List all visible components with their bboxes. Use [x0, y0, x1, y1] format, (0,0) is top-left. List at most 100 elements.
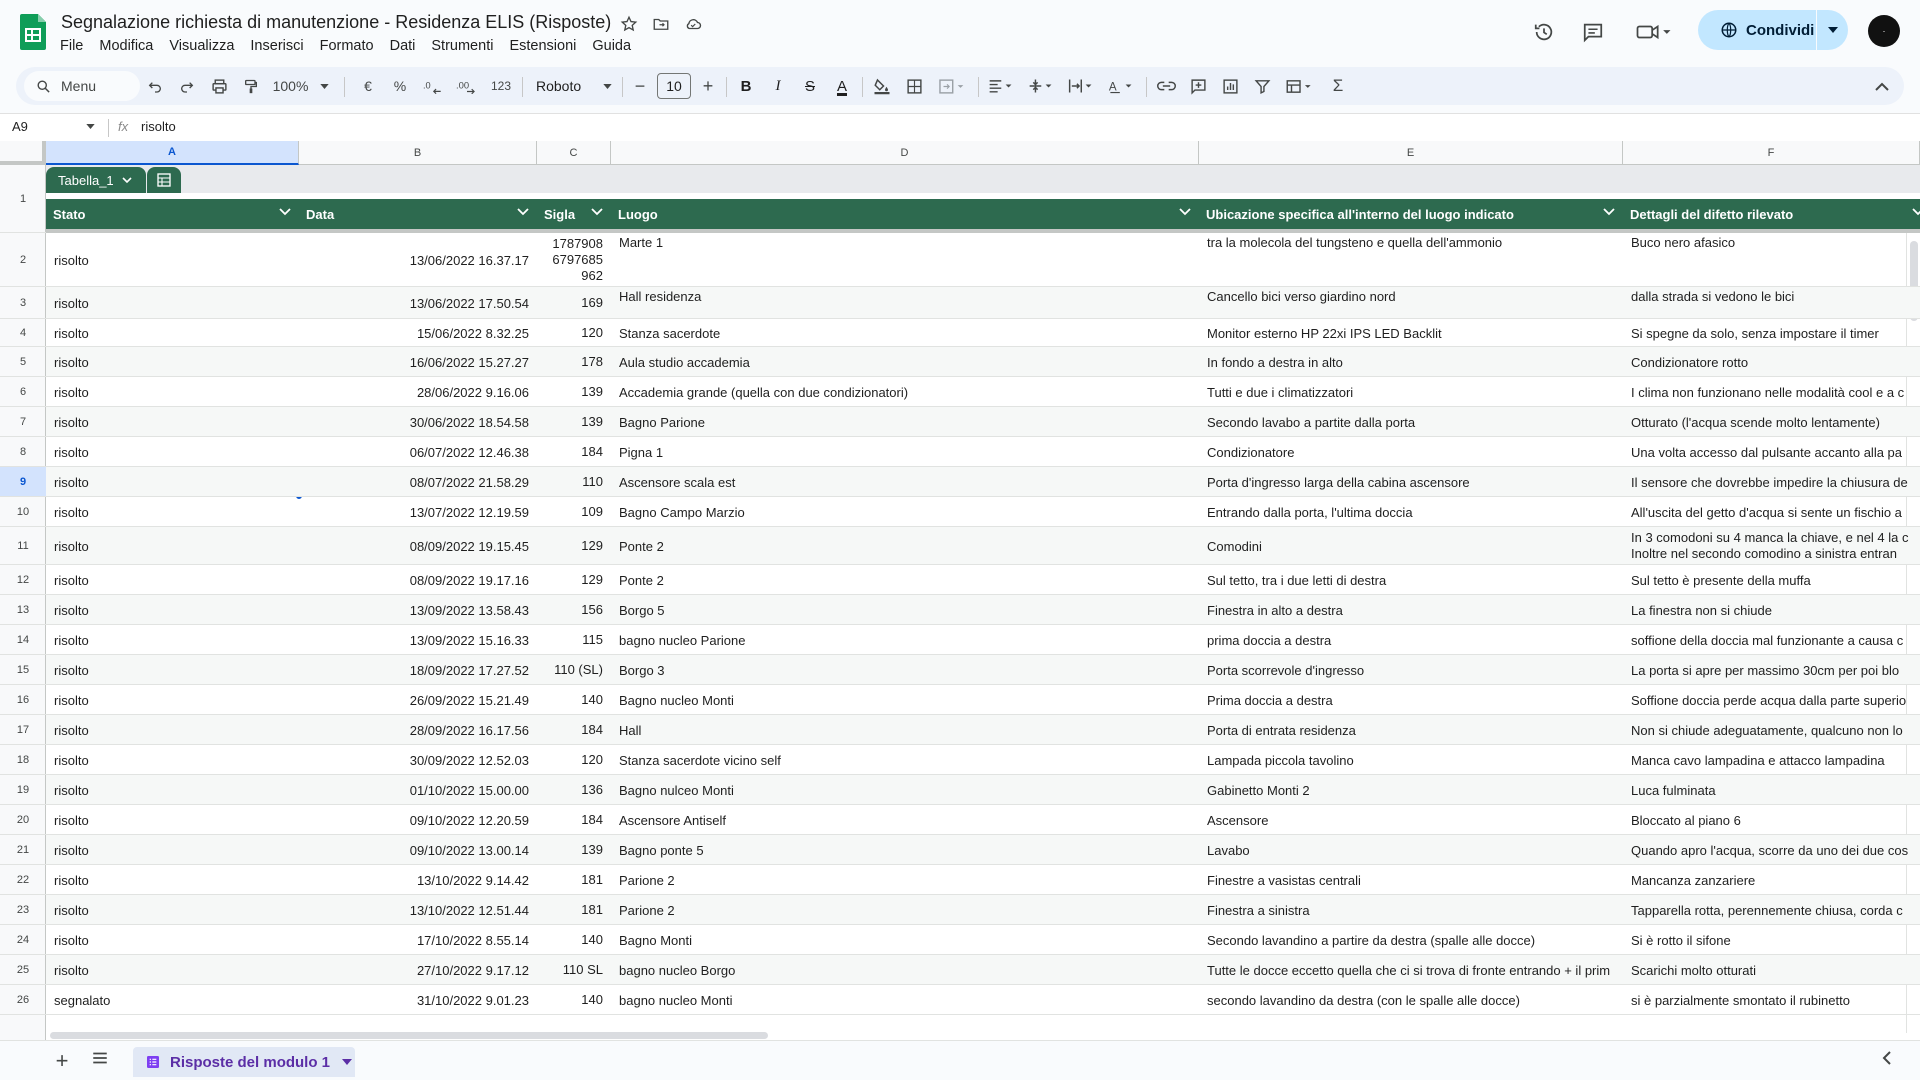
cell-luogo[interactable]: Parione 2: [619, 903, 1191, 919]
cell-ubicazione[interactable]: Ascensore: [1207, 813, 1615, 829]
column-header-b[interactable]: B: [299, 141, 537, 165]
row-header[interactable]: 5: [0, 347, 46, 377]
row-header[interactable]: 1: [0, 165, 46, 233]
menu-visualizza[interactable]: Visualizza: [161, 36, 242, 56]
cell-dettagli[interactable]: Luca fulminata: [1631, 783, 1912, 799]
menu-inserisci[interactable]: Inserisci: [242, 36, 311, 56]
borders-icon[interactable]: [900, 71, 928, 101]
name-box[interactable]: A9: [12, 119, 28, 134]
zoom-select[interactable]: 100%: [270, 71, 332, 101]
chevron-down-icon[interactable]: [342, 1059, 353, 1065]
add-sheet-button[interactable]: +: [50, 1048, 74, 1073]
italic-button[interactable]: I: [764, 71, 792, 101]
header-dettagli[interactable]: Dettagli del difetto rilevato: [1623, 199, 1920, 229]
cell-ubicazione[interactable]: secondo lavandino da destra (con le spal…: [1207, 993, 1615, 1009]
cell-luogo[interactable]: Borgo 3: [619, 663, 1191, 679]
sheets-logo-icon[interactable]: [20, 14, 46, 50]
collapse-toolbar-icon[interactable]: [1868, 71, 1896, 101]
vertical-align-icon[interactable]: [1024, 71, 1060, 101]
cell-sigla[interactable]: 120: [545, 752, 603, 768]
cell-dettagli[interactable]: Scarichi molto otturati: [1631, 963, 1912, 979]
cell-dettagli[interactable]: In 3 comodoni su 4 manca la chiave, e ne…: [1631, 530, 1912, 562]
cell-ubicazione[interactable]: prima doccia a destra: [1207, 633, 1615, 649]
row-header[interactable]: 2: [0, 233, 46, 287]
column-header-a[interactable]: A: [46, 141, 299, 165]
cell-ubicazione[interactable]: In fondo a destra in alto: [1207, 355, 1615, 371]
chevron-down-icon[interactable]: [86, 124, 95, 129]
cell-ubicazione[interactable]: Tutti e due i climatizzatori: [1207, 385, 1615, 401]
row-header[interactable]: 10: [0, 497, 46, 527]
row-header[interactable]: 16: [0, 685, 46, 715]
header-stato[interactable]: Stato: [46, 199, 299, 229]
menu-search-button[interactable]: Menu: [24, 71, 140, 101]
horizontal-scrollbar[interactable]: [46, 1030, 1920, 1040]
cell-stato[interactable]: risolto: [54, 663, 291, 679]
cell-ubicazione[interactable]: Entrando dalla porta, l'ultima doccia: [1207, 505, 1615, 521]
column-header-e[interactable]: E: [1199, 141, 1623, 165]
cell-ubicazione[interactable]: Porta scorrevole d'ingresso: [1207, 663, 1615, 679]
cell-sigla[interactable]: 156: [545, 602, 603, 618]
cell-stato[interactable]: risolto: [54, 253, 291, 269]
account-avatar[interactable]: ·: [1868, 15, 1900, 47]
cell-sigla[interactable]: 139: [545, 384, 603, 400]
cell-luogo[interactable]: Borgo 5: [619, 603, 1191, 619]
table-view-icon[interactable]: [147, 167, 181, 193]
cell-stato[interactable]: risolto: [54, 783, 291, 799]
cell-data[interactable]: 09/10/2022 12.20.59: [307, 813, 529, 829]
formula-input[interactable]: risolto: [141, 119, 176, 134]
cell-ubicazione[interactable]: Finestra in alto a destra: [1207, 603, 1615, 619]
sheet-tab-risposte[interactable]: Risposte del modulo 1: [133, 1047, 355, 1077]
cell-data[interactable]: 13/10/2022 12.51.44: [307, 903, 529, 919]
row-header[interactable]: 21: [0, 835, 46, 865]
cell-stato[interactable]: risolto: [54, 296, 291, 312]
percent-format-button[interactable]: %: [386, 71, 414, 101]
cell-ubicazione[interactable]: Gabinetto Monti 2: [1207, 783, 1615, 799]
cell-ubicazione[interactable]: Condizionatore: [1207, 445, 1615, 461]
cell-dettagli[interactable]: Bloccato al piano 6: [1631, 813, 1912, 829]
share-dropdown-icon[interactable]: [1817, 10, 1848, 50]
row-header[interactable]: 8: [0, 437, 46, 467]
cell-sigla[interactable]: 109: [545, 504, 603, 520]
cell-dettagli[interactable]: dalla strada si vedono le bici: [1631, 289, 1912, 305]
cell-luogo[interactable]: bagno nucleo Monti: [619, 993, 1191, 1009]
column-menu-chevron-icon[interactable]: [279, 208, 291, 216]
cell-dettagli[interactable]: Quando apro l'acqua, scorre da uno dei d…: [1631, 843, 1912, 859]
cell-dettagli[interactable]: Otturato (l'acqua scende molto lentament…: [1631, 415, 1912, 431]
menu-dati[interactable]: Dati: [382, 36, 424, 56]
cell-data[interactable]: 16/06/2022 15.27.27: [307, 355, 529, 371]
cell-ubicazione[interactable]: Prima doccia a destra: [1207, 693, 1615, 709]
cell-sigla[interactable]: 139: [545, 842, 603, 858]
cell-stato[interactable]: risolto: [54, 445, 291, 461]
more-formats-button[interactable]: 123: [486, 71, 516, 101]
cell-data[interactable]: 09/10/2022 13.00.14: [307, 843, 529, 859]
cell-ubicazione[interactable]: tra la molecola del tungsteno e quella d…: [1207, 235, 1615, 251]
header-sigla[interactable]: Sigla: [537, 199, 611, 229]
cell-luogo[interactable]: Parione 2: [619, 873, 1191, 889]
cell-data[interactable]: 31/10/2022 9.01.23: [307, 993, 529, 1009]
cell-ubicazione[interactable]: Lavabo: [1207, 843, 1615, 859]
cell-dettagli[interactable]: Il sensore che dovrebbe impedire la chiu…: [1631, 475, 1912, 491]
cell-luogo[interactable]: bagno nucleo Parione: [619, 633, 1191, 649]
menu-strumenti[interactable]: Strumenti: [423, 36, 501, 56]
cell-sigla[interactable]: 115: [545, 632, 603, 648]
merge-cells-icon[interactable]: [932, 71, 972, 101]
cell-dettagli[interactable]: All'uscita del getto d'acqua si sente un…: [1631, 505, 1912, 521]
menu-formato[interactable]: Formato: [312, 36, 382, 56]
row-header[interactable]: 4: [0, 319, 46, 347]
cell-stato[interactable]: risolto: [54, 415, 291, 431]
cell-data[interactable]: 30/09/2022 12.52.03: [307, 753, 529, 769]
cell-data[interactable]: 28/09/2022 16.17.56: [307, 723, 529, 739]
cell-data[interactable]: 30/06/2022 18.54.58: [307, 415, 529, 431]
insert-comment-icon[interactable]: [1184, 71, 1212, 101]
cell-stato[interactable]: segnalato: [54, 993, 291, 1009]
cell-ubicazione[interactable]: Tutte le docce eccetto quella che ci si …: [1207, 963, 1615, 979]
all-sheets-menu-icon[interactable]: [91, 1050, 109, 1071]
cell-sigla[interactable]: 136: [545, 782, 603, 798]
decrease-decimal-icon[interactable]: .0: [418, 71, 448, 101]
cell-stato[interactable]: risolto: [54, 933, 291, 949]
bold-button[interactable]: B: [732, 71, 760, 101]
cell-dettagli[interactable]: Soffione doccia perde acqua dalla parte …: [1631, 693, 1912, 709]
cell-luogo[interactable]: Hall: [619, 723, 1191, 739]
cell-luogo[interactable]: Ponte 2: [619, 539, 1191, 555]
cell-sigla[interactable]: 110: [545, 474, 603, 490]
